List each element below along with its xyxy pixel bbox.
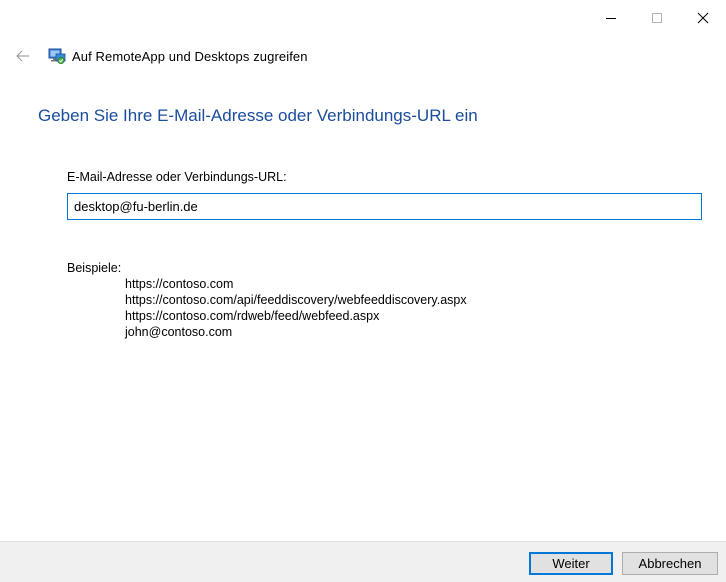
connection-url-label: E-Mail-Adresse oder Verbindungs-URL: — [67, 170, 287, 184]
maximize-icon — [652, 13, 662, 23]
arrow-left-icon — [16, 50, 29, 62]
footer-bar: Weiter Abbrechen — [0, 541, 726, 582]
minimize-icon — [606, 18, 616, 19]
examples-list: https://contoso.com https://contoso.com/… — [67, 276, 467, 340]
example-item: https://contoso.com — [125, 277, 234, 291]
back-button[interactable] — [12, 45, 34, 67]
example-item: https://contoso.com/rdweb/feed/webfeed.a… — [125, 309, 380, 323]
connection-url-input[interactable] — [67, 193, 702, 220]
examples-section: Beispiele: https://contoso.com https://c… — [67, 260, 467, 340]
close-icon — [697, 12, 709, 24]
navigation-bar: Auf RemoteApp und Desktops zugreifen — [12, 44, 308, 68]
example-item: john@contoso.com — [125, 325, 233, 339]
remote-desktop-icon — [48, 47, 66, 65]
example-item: https://contoso.com/api/feeddiscovery/we… — [125, 293, 467, 307]
maximize-button[interactable] — [634, 0, 680, 36]
window-title: Auf RemoteApp und Desktops zugreifen — [72, 48, 308, 64]
wizard-window: Auf RemoteApp und Desktops zugreifen Geb… — [0, 0, 726, 582]
minimize-button[interactable] — [588, 0, 634, 36]
next-button[interactable]: Weiter — [529, 552, 613, 575]
caption-controls — [588, 0, 726, 36]
page-heading: Geben Sie Ihre E-Mail-Adresse oder Verbi… — [38, 106, 478, 125]
cancel-button[interactable]: Abbrechen — [622, 552, 718, 575]
close-button[interactable] — [680, 0, 726, 36]
examples-title: Beispiele: — [67, 261, 122, 275]
